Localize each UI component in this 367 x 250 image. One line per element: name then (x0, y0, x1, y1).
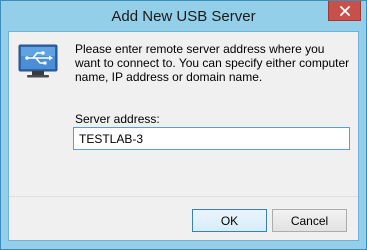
window-title: Add New USB Server (111, 8, 256, 25)
close-button[interactable] (328, 1, 361, 21)
cancel-button[interactable]: Cancel (272, 209, 347, 232)
divider (9, 196, 358, 197)
dialog-window: Add New USB Server Please enter remote s… (0, 0, 367, 250)
server-address-input[interactable] (73, 127, 350, 150)
ok-button[interactable]: OK (192, 209, 267, 232)
close-icon (339, 5, 350, 16)
server-address-label: Server address: (75, 112, 160, 126)
dialog-body: Please enter remote server address where… (8, 31, 359, 241)
dialog-message: Please enter remote server address where… (75, 42, 350, 84)
usb-monitor-icon (18, 44, 58, 78)
title-bar[interactable]: Add New USB Server (1, 1, 366, 31)
